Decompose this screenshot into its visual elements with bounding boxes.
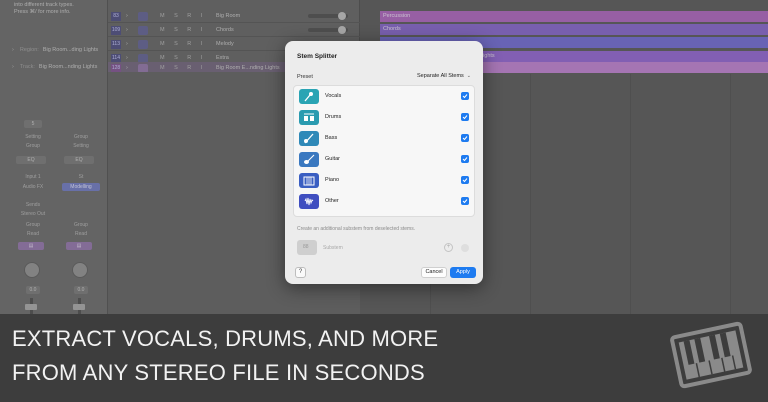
stem-label: Piano: [325, 177, 340, 183]
microphone-icon: [299, 89, 319, 104]
substem-row: 88 Substem +: [297, 240, 471, 256]
add-substem-icon: +: [444, 243, 453, 252]
caption-banner: EXTRACT VOCALS, DRUMS, AND MORE FROM ANY…: [0, 314, 768, 402]
stem-row-vocals[interactable]: Vocals: [294, 86, 476, 107]
stem-label: Bass: [325, 135, 338, 141]
preset-value: Separate All Stems: [417, 73, 464, 79]
bass-checkbox[interactable]: [461, 134, 469, 142]
stem-label: Guitar: [325, 156, 340, 162]
screenshot-stage: into different track types. Press ⌘/ for…: [0, 0, 768, 402]
substem-checkbox: [461, 244, 469, 252]
stem-label: Vocals: [325, 93, 342, 99]
stem-label: Other: [325, 198, 339, 204]
vocals-checkbox[interactable]: [461, 92, 469, 100]
stem-row-other[interactable]: Other: [294, 191, 476, 212]
substem-icon: 88: [297, 240, 317, 255]
stem-splitter-dialog: Stem Splitter Preset Separate All Stems ⌄…: [285, 41, 483, 284]
substem-hint: Create an additional substem from desele…: [297, 226, 416, 232]
cancel-button[interactable]: Cancel: [421, 267, 447, 278]
drums-checkbox[interactable]: [461, 113, 469, 121]
stem-row-drums[interactable]: Drums: [294, 107, 476, 128]
headline-line-2: FROM ANY STEREO FILE IN SECONDS: [12, 360, 425, 385]
guitar-checkbox[interactable]: [461, 155, 469, 163]
preset-dropdown[interactable]: Separate All Stems ⌄: [417, 73, 471, 79]
bass-guitar-icon: [299, 131, 319, 146]
substem-label: Substem: [323, 245, 343, 251]
chevron-updown-icon: ⌄: [466, 73, 471, 79]
apply-button[interactable]: Apply: [450, 267, 476, 278]
headline-line-1: EXTRACT VOCALS, DRUMS, AND MORE: [12, 326, 439, 351]
other-checkbox[interactable]: [461, 197, 469, 205]
substem-icon-text: 88: [303, 244, 309, 250]
help-button[interactable]: ?: [295, 267, 306, 278]
piano-keys-logo: [670, 321, 752, 389]
waveform-icon: [299, 194, 319, 209]
guitar-icon: [299, 152, 319, 167]
preset-label: Preset: [297, 74, 313, 80]
stem-label: Drums: [325, 114, 342, 120]
piano-checkbox[interactable]: [461, 176, 469, 184]
stem-row-piano[interactable]: Piano: [294, 170, 476, 191]
stem-list: Vocals Drums Bass Guitar Piano Other: [293, 85, 475, 217]
stem-row-bass[interactable]: Bass: [294, 128, 476, 149]
stem-row-guitar[interactable]: Guitar: [294, 149, 476, 170]
dialog-title: Stem Splitter: [297, 53, 338, 60]
drums-icon: [299, 110, 319, 125]
piano-icon: [299, 173, 319, 188]
